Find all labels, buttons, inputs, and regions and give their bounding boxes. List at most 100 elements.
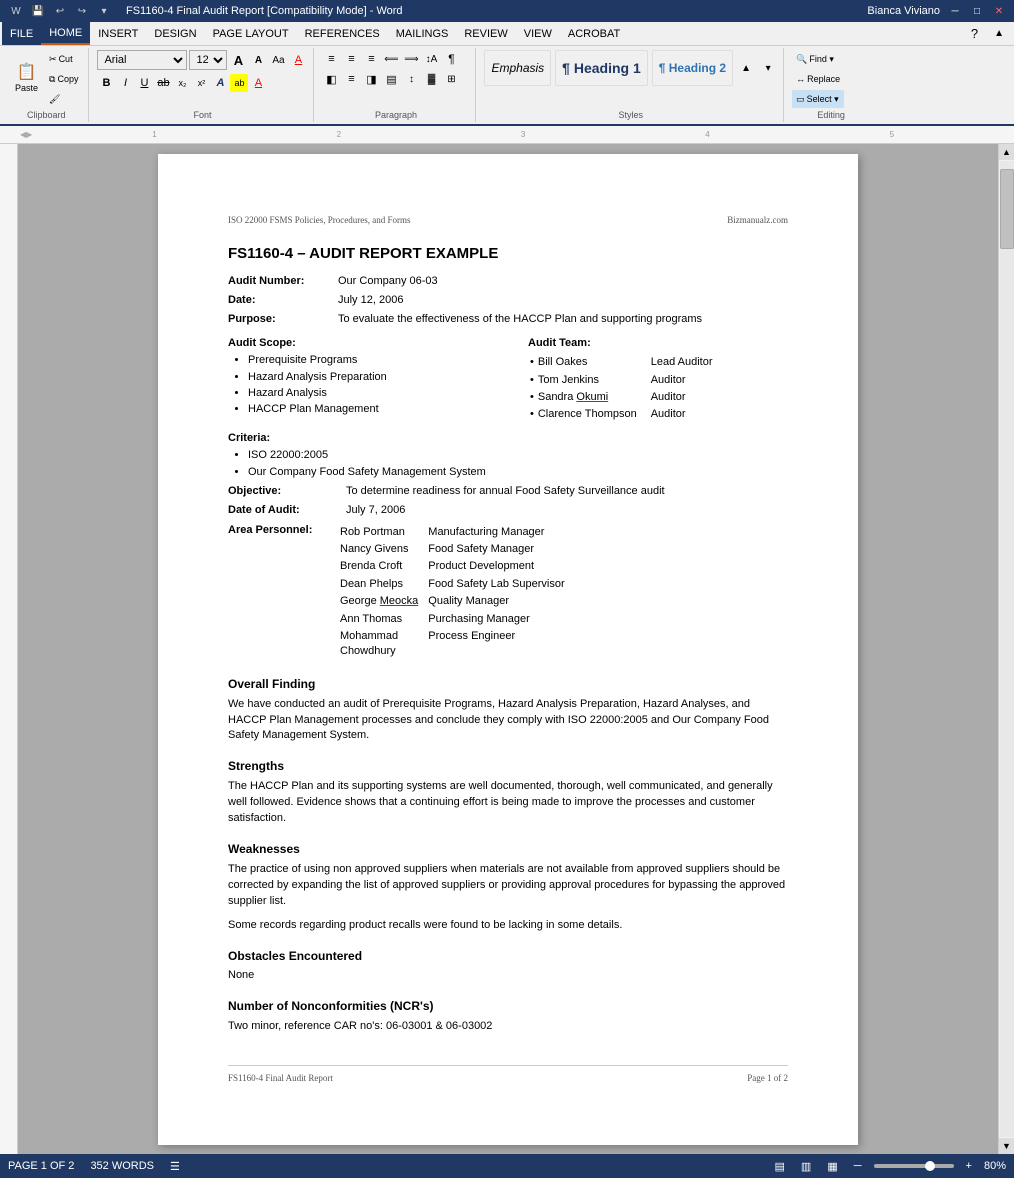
copy-button[interactable]: ⧉ Copy (45, 70, 82, 88)
purpose-value: To evaluate the effectiveness of the HAC… (338, 312, 702, 327)
font-name-select[interactable]: Arial (97, 50, 187, 70)
cut-button[interactable]: ✂ Cut (45, 50, 82, 68)
format-painter-button[interactable]: 🖌 (45, 90, 82, 108)
increase-indent-button[interactable]: ⟹ (402, 50, 420, 68)
cut-icon: ✂ (49, 54, 57, 65)
audit-number-value: Our Company 06-03 (338, 274, 438, 289)
bullets-button[interactable]: ≡ (322, 50, 340, 68)
replace-button[interactable]: ↔ Replace (792, 70, 844, 88)
menu-item-mailings[interactable]: MAILINGS (388, 22, 457, 45)
style-emphasis[interactable]: Emphasis (484, 50, 551, 86)
menu-item-references[interactable]: REFERENCES (297, 22, 388, 45)
user-name: Bianca Viviano (867, 5, 940, 17)
numbering-button[interactable]: ≡ (342, 50, 360, 68)
title-bar: W 💾 ↩ ↪ ▾ FS1160-4 Final Audit Report [C… (0, 0, 1014, 22)
show-marks-button[interactable]: ¶ (442, 50, 460, 68)
save-icon[interactable]: 💾 (30, 3, 46, 19)
borders-button[interactable]: ⊞ (442, 70, 460, 88)
ruler-marker: ◀▶ (20, 130, 32, 139)
customize-icon[interactable]: ▾ (96, 3, 112, 19)
shading-button[interactable]: ▓ (422, 70, 440, 88)
help-icon[interactable]: ? (963, 22, 986, 45)
section-para: The practice of using non approved suppl… (228, 862, 788, 910)
list-item: Our Company Food Safety Management Syste… (248, 465, 788, 480)
zoom-thumb[interactable] (925, 1161, 935, 1171)
menu-item-insert[interactable]: INSERT (90, 22, 146, 45)
clear-format-button[interactable]: A (289, 51, 307, 69)
decrease-indent-button[interactable]: ⟸ (382, 50, 400, 68)
date-value: July 12, 2006 (338, 293, 403, 308)
highlight-button[interactable]: ab (230, 74, 248, 92)
subscript-button[interactable]: x₂ (173, 74, 191, 92)
section-heading-ncr: Number of Nonconformities (NCR's) (228, 998, 788, 1015)
page-footer-left: FS1160-4 Final Audit Report (228, 1072, 333, 1085)
font-label: Font (193, 108, 211, 120)
maximize-button[interactable]: □ (970, 4, 984, 18)
team-role: Auditor (651, 407, 725, 422)
styles-more[interactable]: ▾ (759, 59, 777, 77)
document-scroll-area[interactable]: ISO 22000 FSMS Policies, Procedures, and… (18, 144, 998, 1154)
redo-icon[interactable]: ↪ (74, 3, 90, 19)
select-button[interactable]: ▭ Select ▾ (792, 90, 844, 108)
bold-button[interactable]: B (97, 74, 115, 92)
menu-item-home[interactable]: HOME (41, 22, 90, 45)
table-row: •Clarence Thompson Auditor (530, 407, 725, 422)
menu-item-file[interactable]: FILE (2, 22, 41, 45)
styles-label: Styles (619, 108, 644, 120)
objective-row: Objective: To determine readiness for an… (228, 484, 788, 499)
font-size-select[interactable]: 12 (189, 50, 227, 70)
undo-icon[interactable]: ↩ (52, 3, 68, 19)
scroll-up-button[interactable]: ▲ (999, 144, 1014, 160)
scroll-down-button[interactable]: ▼ (999, 1138, 1014, 1154)
status-right: ▤ ▥ ▦ ─ + 80% (771, 1160, 1006, 1173)
style-heading2[interactable]: ¶ Heading 2 (652, 50, 733, 86)
multilevel-list-button[interactable]: ≡ (362, 50, 380, 68)
replace-icon: ↔ (796, 74, 805, 84)
font-shrink-button[interactable]: A (249, 51, 267, 69)
change-case-button[interactable]: Aa (269, 51, 287, 69)
align-right-button[interactable]: ◨ (362, 70, 380, 88)
zoom-in-button[interactable]: + (962, 1160, 976, 1172)
line-spacing-button[interactable]: ↕ (402, 70, 420, 88)
find-button[interactable]: 🔍 Find ▾ (792, 50, 844, 68)
scroll-thumb[interactable] (1000, 169, 1014, 249)
superscript-button[interactable]: x² (192, 74, 210, 92)
justify-button[interactable]: ▤ (382, 70, 400, 88)
zoom-slider[interactable] (874, 1164, 954, 1168)
document-page: ISO 22000 FSMS Policies, Procedures, and… (158, 154, 858, 1145)
menu-item-page-layout[interactable]: PAGE LAYOUT (205, 22, 297, 45)
strikethrough-button[interactable]: ab (154, 74, 172, 92)
table-row: Nancy Givens Food Safety Manager (340, 542, 565, 557)
underline-button[interactable]: U (135, 74, 153, 92)
menu-item-review[interactable]: REVIEW (456, 22, 515, 45)
collapse-ribbon-button[interactable]: ▲ (986, 22, 1012, 45)
print-layout-button[interactable]: ▤ (771, 1160, 789, 1173)
vertical-scrollbar[interactable]: ▲ ▼ (998, 144, 1014, 1154)
italic-button[interactable]: I (116, 74, 134, 92)
audit-number-row: Audit Number: Our Company 06-03 (228, 274, 788, 289)
read-mode-button[interactable]: ▥ (797, 1160, 815, 1173)
sort-button[interactable]: ↕A (422, 50, 440, 68)
scroll-track[interactable] (1000, 161, 1014, 1137)
team-name: Clarence Thompson (538, 408, 637, 420)
page-count: PAGE 1 OF 2 (8, 1160, 74, 1172)
menu-item-acrobat[interactable]: ACROBAT (560, 22, 628, 45)
font-grow-button[interactable]: A (229, 51, 247, 69)
menu-item-design[interactable]: DESIGN (146, 22, 204, 45)
style-heading1[interactable]: ¶ Heading 1 (555, 50, 648, 86)
zoom-out-button[interactable]: ─ (850, 1160, 866, 1172)
text-effect-button[interactable]: A (211, 74, 229, 92)
close-button[interactable]: ✕ (992, 4, 1006, 18)
styles-scroll-up[interactable]: ▲ (737, 59, 755, 77)
ribbon-group-clipboard: 📋 Paste ✂ Cut ⧉ Copy 🖌 Clipboard (4, 48, 89, 122)
align-left-button[interactable]: ◧ (322, 70, 340, 88)
paste-button[interactable]: 📋 Paste (10, 57, 43, 101)
table-row: Ann Thomas Purchasing Manager (340, 612, 565, 627)
page-footer: FS1160-4 Final Audit Report Page 1 of 2 (228, 1065, 788, 1085)
align-center-button[interactable]: ≡ (342, 70, 360, 88)
minimize-button[interactable]: ─ (948, 4, 962, 18)
font-color-button[interactable]: A (249, 74, 267, 92)
section-heading-overall: Overall Finding (228, 676, 788, 693)
menu-item-view[interactable]: VIEW (516, 22, 560, 45)
web-layout-button[interactable]: ▦ (823, 1160, 841, 1173)
